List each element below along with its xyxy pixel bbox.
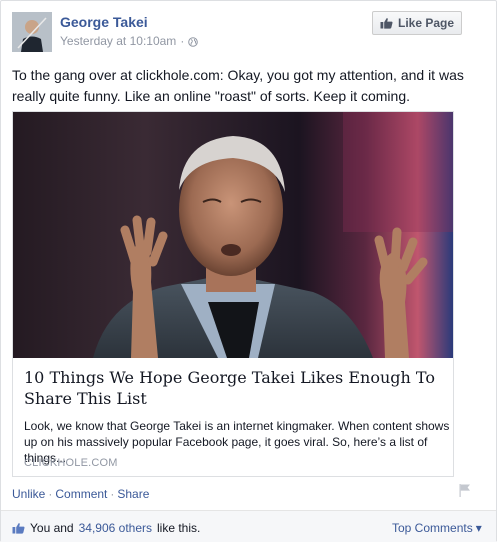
report-flag-icon[interactable] — [459, 483, 471, 497]
likes-bar: You and 34,906 others like this. Top Com… — [1, 510, 496, 542]
attachment-domain: CLICKHOLE.COM — [24, 457, 118, 469]
action-separator: · — [110, 487, 115, 501]
avatar[interactable] — [12, 12, 52, 52]
top-comments-label: Top Comments — [392, 521, 473, 535]
likes-summary: You and 34,906 others like this. — [12, 521, 200, 535]
thumbs-up-icon — [380, 18, 393, 29]
unlike-link[interactable]: Unlike — [12, 487, 45, 501]
meta-separator: · — [180, 34, 185, 48]
attachment-photo[interactable] — [13, 112, 453, 358]
post-timestamp[interactable]: Yesterday at 10:10am — [60, 34, 176, 48]
action-separator: · — [48, 487, 53, 501]
comment-link[interactable]: Comment — [55, 487, 107, 501]
top-comments-dropdown[interactable]: Top Comments ▾ — [392, 521, 482, 535]
likes-suffix: like this. — [157, 521, 201, 535]
post-meta: Yesterday at 10:10am · — [60, 34, 199, 48]
likes-count-link[interactable]: 34,906 others — [79, 521, 152, 535]
author-name[interactable]: George Takei — [60, 14, 148, 30]
like-page-label: Like Page — [397, 16, 455, 30]
chevron-down-icon: ▾ — [475, 521, 482, 535]
thumbs-up-icon — [12, 523, 25, 534]
facebook-post: George Takei Yesterday at 10:10am · Like… — [0, 0, 497, 542]
share-link[interactable]: Share — [117, 487, 149, 501]
like-page-button[interactable]: Like Page — [372, 11, 462, 35]
attachment-headline[interactable]: 10 Things We Hope George Takei Likes Eno… — [24, 367, 444, 409]
post-actions: Unlike · Comment · Share — [12, 487, 149, 501]
globe-icon[interactable] — [188, 36, 199, 47]
post-message: To the gang over at clickhole.com: Okay,… — [12, 67, 464, 104]
likes-prefix: You and — [30, 521, 74, 535]
link-attachment[interactable]: 10 Things We Hope George Takei Likes Eno… — [12, 111, 454, 477]
